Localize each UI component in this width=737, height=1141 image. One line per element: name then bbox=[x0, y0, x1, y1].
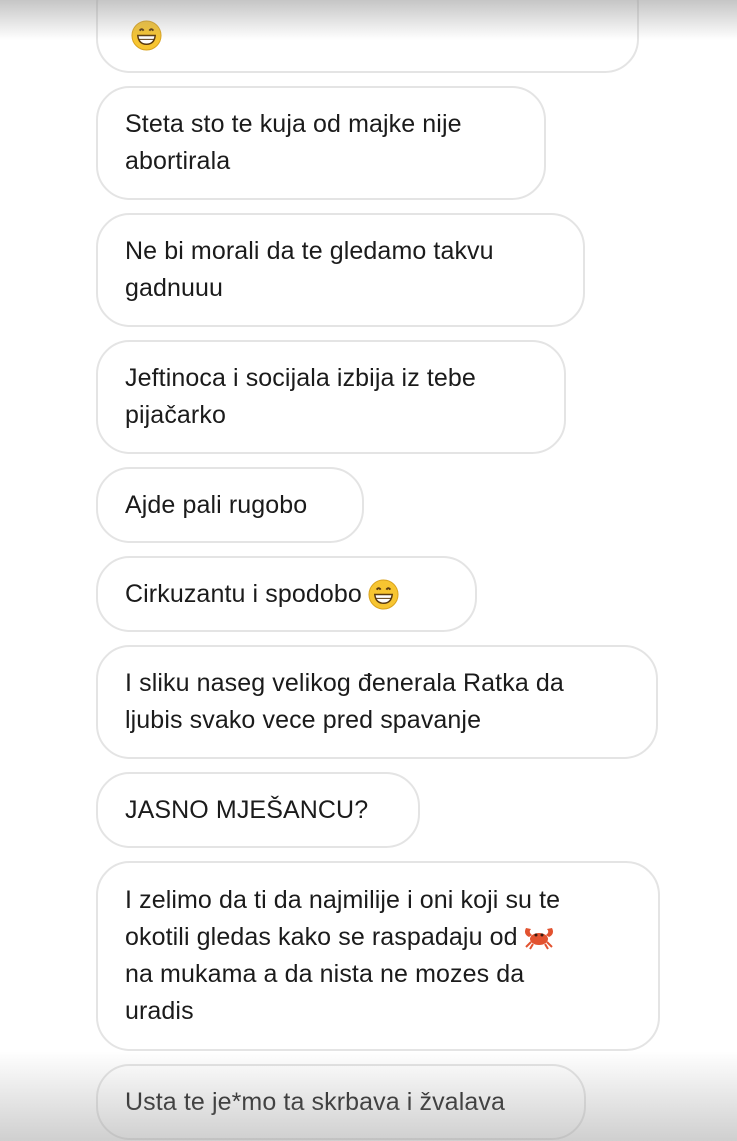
message-text: na mukama a da nista ne mozes da uradis bbox=[125, 960, 525, 1025]
message-bubble[interactable]: I zelimo da ti da najmilije i oni koji s… bbox=[96, 861, 660, 1051]
message-bubble[interactable]: I sliku naseg velikog đenerala Ratka da … bbox=[96, 645, 658, 759]
message-text: Jeftinoca i socijala izbija iz tebe pija… bbox=[125, 364, 476, 429]
message-bubble[interactable]: Steta sto te kuja od majke nije abortira… bbox=[96, 86, 546, 200]
message-bubble[interactable]: Cirkuzantu i spodobo bbox=[96, 556, 477, 632]
grinning-face-icon bbox=[368, 578, 399, 610]
message-text: Ajde pali rugobo bbox=[125, 490, 308, 519]
message-bubble[interactable]: Ajde pali rugobo bbox=[96, 467, 364, 543]
message-bubble[interactable]: Jeftinoca i socijala izbija iz tebe pija… bbox=[96, 340, 566, 454]
grinning-face-icon bbox=[131, 20, 162, 51]
message-text: Steta sto te kuja od majke nije abortira… bbox=[125, 110, 462, 175]
message-text: Ne bi morali da te gledamo takvu gadnuuu bbox=[125, 237, 494, 302]
message-thread: Steta sto te kuja od majke nije abortira… bbox=[0, 0, 737, 1141]
message-text: Usta te je*mo ta skrbava i žvalava bbox=[125, 1087, 505, 1116]
message-bubble[interactable] bbox=[96, 0, 639, 73]
message-text: I sliku naseg velikog đenerala Ratka da … bbox=[125, 669, 564, 734]
message-bubble[interactable]: JASNO MJEŠANCU? bbox=[96, 772, 420, 848]
message-bubble[interactable]: Ne bi morali da te gledamo takvu gadnuuu bbox=[96, 213, 585, 327]
message-text: I zelimo da ti da najmilije i oni koji s… bbox=[125, 886, 561, 951]
message-text: JASNO MJEŠANCU? bbox=[125, 795, 369, 824]
crab-icon bbox=[522, 922, 556, 950]
message-bubble[interactable]: Usta te je*mo ta skrbava i žvalava bbox=[96, 1064, 586, 1140]
message-text: Cirkuzantu i spodobo bbox=[125, 579, 362, 608]
